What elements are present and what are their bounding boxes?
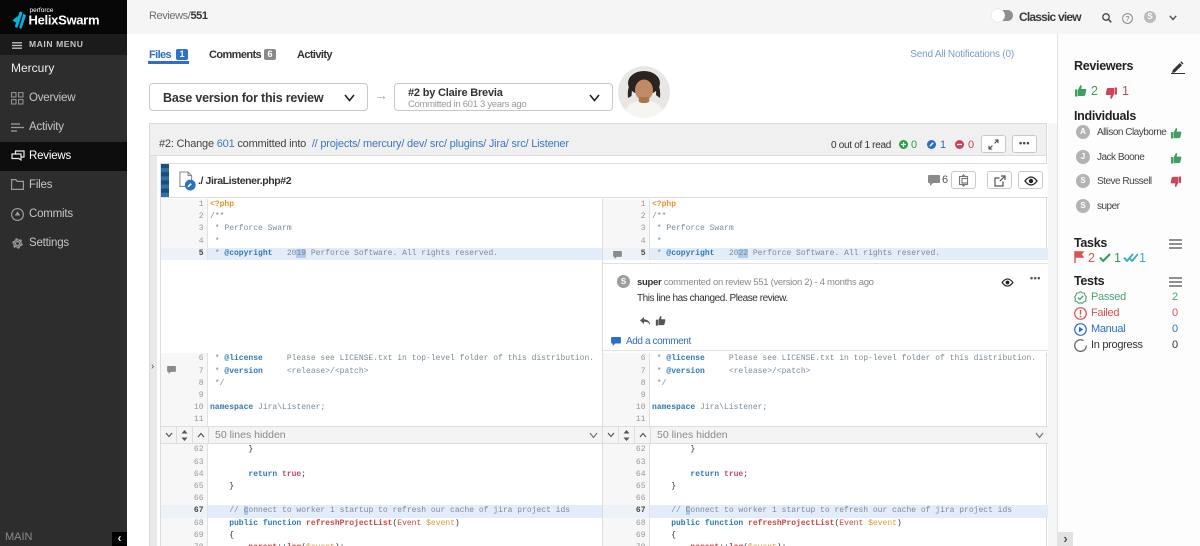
svg-text:?: ? [1125, 14, 1129, 23]
svg-text:HelixSwarm: HelixSwarm [29, 13, 100, 28]
